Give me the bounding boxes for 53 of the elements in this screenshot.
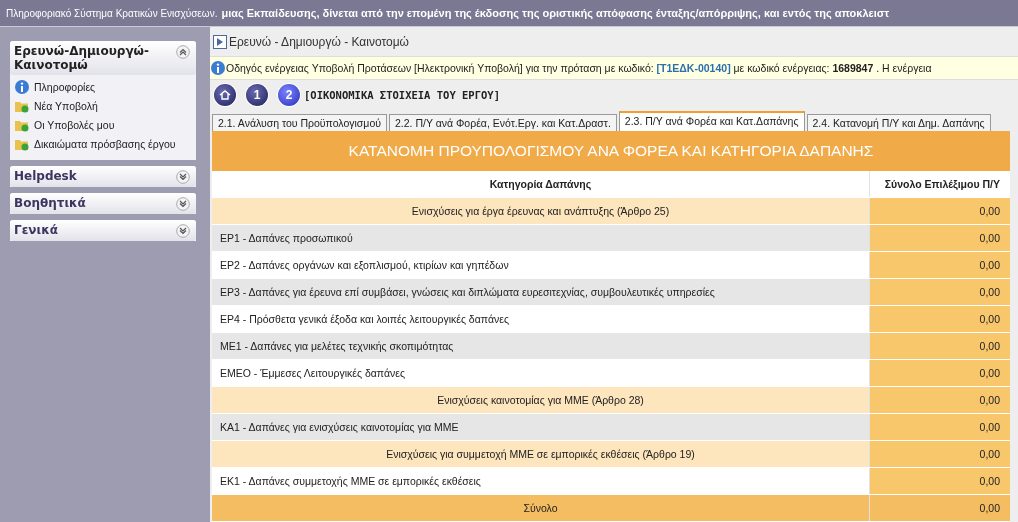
home-button[interactable] [214,83,236,106]
tab[interactable]: 2.4. Κατανομή Π/Υ και Δημ. Δαπάνης [806,114,991,131]
panel-header[interactable]: Γενικά [10,220,196,241]
table-cell: ΜΕ1 - Δαπάνες για μελέτες τεχνικής σκοπιμότητας [212,333,870,359]
home-icon [219,88,231,101]
expand-icon[interactable] [176,224,190,238]
tab[interactable]: 2.3. Π/Υ ανά Φορέα και Κατ.Δαπάνης [618,111,805,131]
collapse-icon[interactable] [176,45,190,59]
page-icon [212,33,228,50]
panel-header[interactable]: Βοηθητικά [10,193,196,214]
panel-title: Ερευνώ-Δημιουργώ-Καινοτομώ [14,44,150,72]
breadcrumb: Ερευνώ - Δημιουργώ - Καινοτομώ [229,34,409,49]
sidebar-link[interactable]: Οι Υποβολές μου [14,117,192,133]
sidebar-link[interactable]: Πληροφορίες [14,79,192,95]
panel-title: Γενικά [14,223,58,237]
table-cell: Ενισχύσεις για έργα έρευνας και ανάπτυξης (Άρθρο 25) [212,198,870,224]
table-cell: 0,00 [870,306,1010,332]
table-cell: 0,00 [870,252,1010,278]
table-cell: Ενισχύσεις για συμμετοχή ΜΜΕ σε εμπορικές εκθέσεις (Άρθρο 19) [212,441,870,467]
table-cell: 0,00 [870,360,1010,386]
table-cell: 0,00 [870,198,1010,224]
scrolling-notice: μιας Εκπαίδευσης, δίνεται από την επομένη της έκδοσης της οριστικής απόφασης ένταξης/απόρριψης, και εντός της αποκλειστ [221,7,890,19]
table-cell: 0,00 [870,414,1010,440]
system-title: Πληροφοριακό Σύστημα Κρατικών Ενισχύσεων. [6,7,218,19]
table-cell: ΕΡ1 - Δαπάνες προσωπικού [212,225,870,251]
table-title: ΚΑΤΑΝΟΜΗ ΠΡΟΥΠΟΛΟΓΙΣΜΟΥ ΑΝΑ ΦΟΡΕΑ ΚΑΙ ΚΑΤΗΓΟΡΙΑ ΔΑΠΑΝΗΣ [212,131,1010,171]
table-cell: ΚΑ1 - Δαπάνες για ενισχύσεις καινοτομίας για ΜΜΕ [212,414,870,440]
table-cell: 0,00 [870,333,1010,359]
tab[interactable]: 2.2. Π/Υ ανά Φορέα, Ενότ.Εργ. και Κατ.Δραστ. [388,114,617,131]
table-cell: 0,00 [870,495,1010,521]
table-cell: ΕΡ3 - Δαπάνες για έρευνα επί συμβάσει, γνώσεις και διπλώματα ευρεσιτεχνίας, συμβουλευτικές υπηρεσίες [212,279,870,305]
info-icon [14,79,30,95]
info-text: Οδηγός ενέργειας Υποβολή Προτάσεων [Ηλεκτρονική Υποβολή] για την πρόταση με κωδικό: [Τ1ΕΔΚ-00140] με κωδικό ενέργειας: 1689847 . Η ενέργεια [226,62,932,75]
panel-title: Βοηθητικά [14,196,86,210]
table-cell: 0,00 [870,387,1010,413]
panel-title: Helpdesk [14,169,77,183]
table-cell: Σύνολο [212,495,870,521]
table-cell: 0,00 [870,279,1010,305]
table-cell: 0,00 [870,468,1010,494]
expand-icon[interactable] [176,197,190,211]
panel-header[interactable]: Ερευνώ-Δημιουργώ-Καινοτομώ [10,41,196,75]
tab[interactable]: 2.1. Ανάλυση του Προϋπολογισμού [212,114,387,131]
step-button[interactable]: 2 [278,83,300,106]
sidebar-link[interactable]: Νέα Υποβολή [14,98,192,114]
expand-icon[interactable] [176,170,190,184]
table-cell: 0,00 [870,225,1010,251]
table-cell: 0,00 [870,441,1010,467]
step-title: [ΟΙΚΟΝΟΜΙΚΑ ΣΤΟΙΧΕΙΑ ΤΟΥ ΕΡΓΟΥ] [304,88,500,101]
info-icon [210,60,226,77]
sidebar-link[interactable]: Δικαιώματα πρόσβασης έργου [14,136,192,152]
step-button[interactable]: 1 [246,83,268,106]
table-cell: Ενισχύσεις καινοτομίας για ΜΜΕ (Άρθρο 28) [212,387,870,413]
panel-header[interactable]: Helpdesk [10,166,196,187]
